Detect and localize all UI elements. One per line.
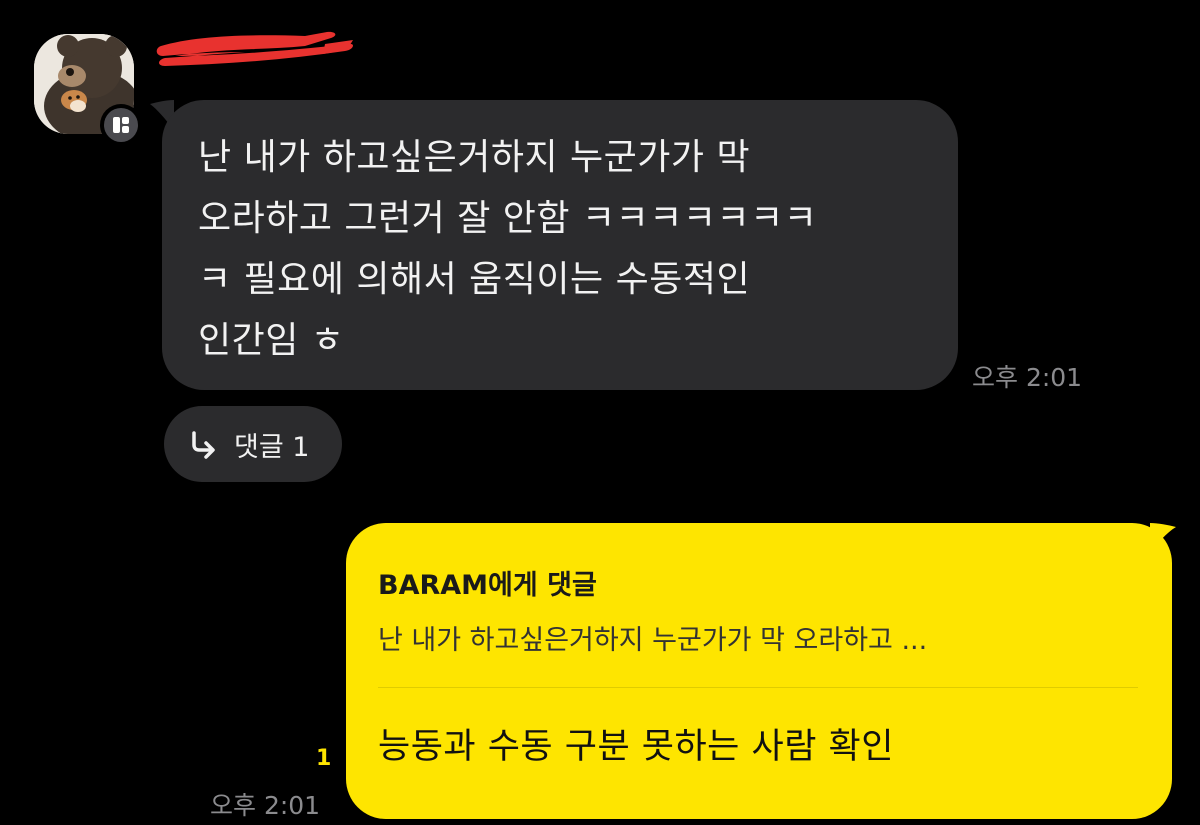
unread-count: 1 <box>316 746 332 771</box>
incoming-message-bubble[interactable]: 난 내가 하고싶은거하지 누군가가 막 오라하고 그런거 잘 안함 ㅋㅋㅋㅋㅋㅋ… <box>162 100 958 390</box>
quote-title: BARAM에게 댓글 <box>378 570 597 601</box>
quote-divider <box>378 687 1138 688</box>
incoming-message-line: 오라하고 그런거 잘 안함 ㅋㅋㅋㅋㅋㅋㅋ <box>198 198 818 239</box>
outgoing-message-time: 오후 2:01 <box>210 791 321 820</box>
reply-count-label: 댓글 1 <box>234 431 310 463</box>
profile-badge[interactable] <box>100 104 142 146</box>
outgoing-message-text: 능동과 수동 구분 못하는 사람 확인 <box>378 727 894 767</box>
incoming-message-text: 난 내가 하고싶은거하지 누군가가 막 오라하고 그런거 잘 안함 ㅋㅋㅋㅋㅋㅋ… <box>198 127 922 371</box>
reply-arrow-icon <box>192 431 215 459</box>
quote-preview[interactable]: 난 내가 하고싶은거하지 누군가가 막 오라하고 ... <box>378 618 1138 657</box>
reply-thread-button[interactable]: 댓글 1 <box>164 406 342 482</box>
redacted-sender-name <box>156 31 353 66</box>
profile-card-icon <box>113 117 129 133</box>
incoming-message-time: 오후 2:01 <box>972 363 1083 392</box>
incoming-message-line: ㅋ 필요에 의해서 움직이는 수동적인 <box>198 259 751 300</box>
incoming-message-line: 인간임 ㅎ <box>198 320 345 361</box>
outgoing-bubble-tail <box>1150 523 1176 553</box>
incoming-message-line: 난 내가 하고싶은거하지 누군가가 막 <box>198 137 751 178</box>
outgoing-message-bubble[interactable]: BARAM에게 댓글 난 내가 하고싶은거하지 누군가가 막 오라하고 ... … <box>346 523 1172 819</box>
